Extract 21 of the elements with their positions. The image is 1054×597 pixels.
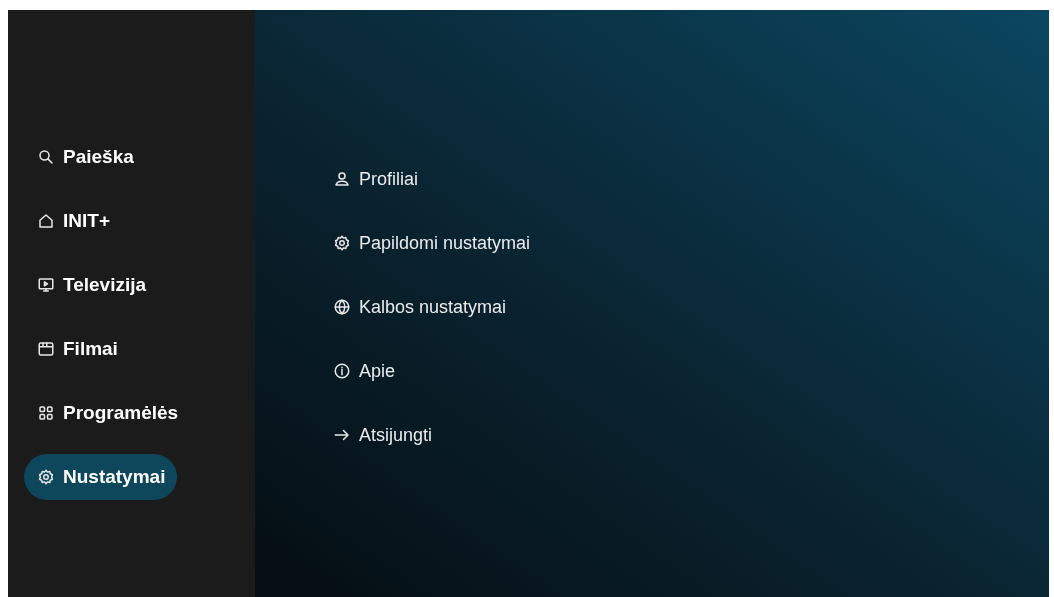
gear-icon — [333, 234, 351, 252]
menu-item[interactable]: Kalbos nustatymai — [333, 292, 507, 322]
nav-item[interactable]: Nustatymai — [24, 454, 178, 500]
nav-item[interactable]: INIT+ — [24, 198, 122, 244]
nav-item[interactable]: Programėlės — [24, 390, 191, 436]
nav-item[interactable]: Televizija — [24, 262, 159, 308]
nav-item[interactable]: Paieška — [24, 134, 146, 180]
globe-icon — [333, 298, 351, 316]
search-icon — [37, 148, 55, 166]
menu-item[interactable]: Papildomi nustatymai — [333, 228, 531, 258]
nav-item[interactable]: Filmai — [24, 326, 130, 372]
gear-icon — [37, 468, 55, 486]
home-icon — [37, 212, 55, 230]
info-icon — [333, 362, 351, 380]
film-icon — [37, 340, 55, 358]
grid-icon — [37, 404, 55, 422]
menu-item[interactable]: Atsijungti — [333, 420, 433, 450]
user-icon — [333, 170, 351, 188]
menu-item[interactable]: Apie — [333, 356, 396, 386]
monitor-icon — [37, 276, 55, 294]
menu-item[interactable]: Profiliai — [333, 164, 419, 194]
